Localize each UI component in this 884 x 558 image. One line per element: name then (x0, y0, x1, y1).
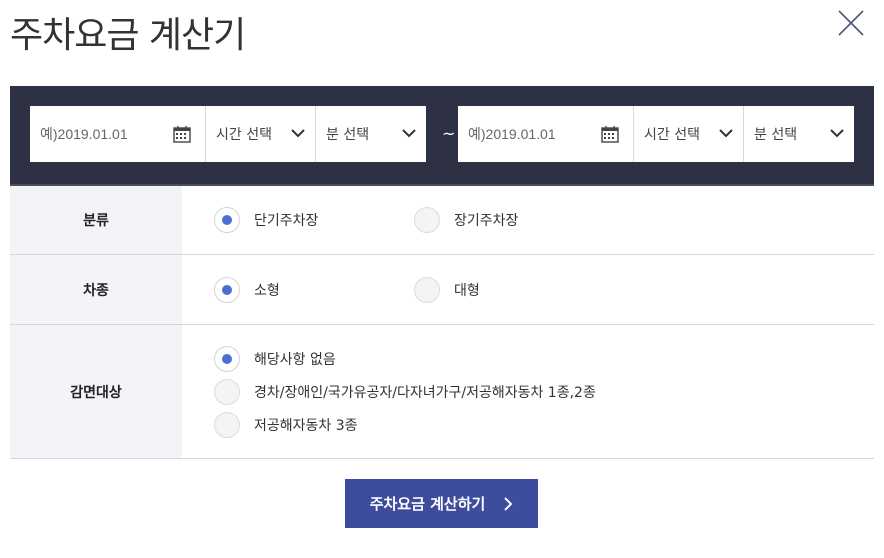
end-hour-select[interactable]: 시간 선택 (634, 106, 744, 162)
calendar-icon[interactable] (173, 125, 191, 143)
vehicle-type-row: 차종 소형 대형 (10, 255, 874, 325)
chevron-down-icon (830, 129, 844, 138)
radio-option-label: 소형 (254, 282, 280, 299)
start-date-field[interactable] (30, 106, 206, 162)
radio-option[interactable]: 장기주차장 (414, 207, 614, 233)
radio-option-label: 단기주차장 (254, 213, 319, 229)
radio-option[interactable]: 소형 (214, 276, 414, 303)
chevron-down-icon (719, 129, 733, 138)
chevron-right-icon (504, 496, 513, 511)
calculate-fee-button[interactable]: 주차요금 계산하기 (345, 479, 538, 528)
radio-button[interactable] (214, 276, 240, 303)
radio-option[interactable]: 저공해자동차 3종 (214, 411, 874, 438)
close-button[interactable] (836, 8, 866, 38)
radio-button[interactable] (214, 345, 240, 372)
category-label: 분류 (10, 186, 182, 254)
radio-option[interactable]: 대형 (414, 276, 614, 303)
start-date-input[interactable] (40, 126, 170, 142)
radio-option-label: 대형 (454, 282, 480, 299)
end-date-field[interactable] (458, 106, 634, 162)
start-minute-select[interactable]: 분 선택 (316, 106, 426, 162)
vehicle-type-options: 소형 대형 (182, 255, 874, 324)
dialog-title: 주차요금 계산기 (10, 15, 246, 56)
radio-button[interactable] (214, 411, 240, 438)
category-row: 분류 단기주차장 장기주차장 (10, 186, 874, 255)
start-hour-select-label: 시간 선택 (216, 127, 272, 143)
end-minute-select-label: 분 선택 (754, 127, 798, 143)
radio-button[interactable] (214, 378, 240, 405)
close-icon (838, 10, 864, 36)
end-date-input[interactable] (468, 126, 598, 142)
date-range-separator: ~ (442, 124, 456, 143)
discount-label: 감면대상 (10, 325, 182, 458)
radio-selected-dot (222, 284, 232, 295)
radio-button[interactable] (414, 276, 440, 303)
radio-option-label: 장기주차장 (454, 213, 519, 229)
radio-option-label: 저공해자동차 3종 (254, 417, 358, 434)
end-datetime-group: 시간 선택 분 선택 (458, 106, 854, 162)
end-hour-select-label: 시간 선택 (644, 127, 700, 143)
radio-option[interactable]: 해당사항 없음 (214, 345, 874, 372)
chevron-down-icon (291, 129, 305, 138)
radio-button[interactable] (214, 207, 240, 233)
start-datetime-group: 시간 선택 분 선택 (30, 106, 426, 162)
radio-button[interactable] (414, 207, 440, 233)
radio-selected-dot (222, 353, 232, 364)
calendar-icon[interactable] (601, 125, 619, 143)
radio-selected-dot (222, 215, 232, 225)
vehicle-type-label: 차종 (10, 255, 182, 324)
radio-option[interactable]: 경차/장애인/국가유공자/다자녀가구/저공해자동차 1종,2종 (214, 378, 874, 405)
discount-row: 감면대상 해당사항 없음 경차/장애인/국가유공자/다자녀가구/저공해자동차 1… (10, 325, 874, 459)
category-options: 단기주차장 장기주차장 (182, 186, 874, 254)
radio-option[interactable]: 단기주차장 (214, 207, 414, 233)
date-range-bar: 시간 선택 분 선택 ~ (10, 86, 874, 184)
start-hour-select[interactable]: 시간 선택 (206, 106, 316, 162)
end-minute-select[interactable]: 분 선택 (744, 106, 854, 162)
start-minute-select-label: 분 선택 (326, 127, 370, 143)
calculate-fee-button-label: 주차요금 계산하기 (369, 495, 486, 513)
radio-option-label: 해당사항 없음 (254, 351, 336, 368)
radio-option-label: 경차/장애인/국가유공자/다자녀가구/저공해자동차 1종,2종 (254, 384, 596, 401)
discount-options: 해당사항 없음 경차/장애인/국가유공자/다자녀가구/저공해자동차 1종,2종 … (182, 325, 874, 458)
parking-options-table: 분류 단기주차장 장기주차장 차종 소형 대형 감면대상 해당사항 없음 경차/… (10, 184, 874, 459)
chevron-down-icon (402, 129, 416, 138)
